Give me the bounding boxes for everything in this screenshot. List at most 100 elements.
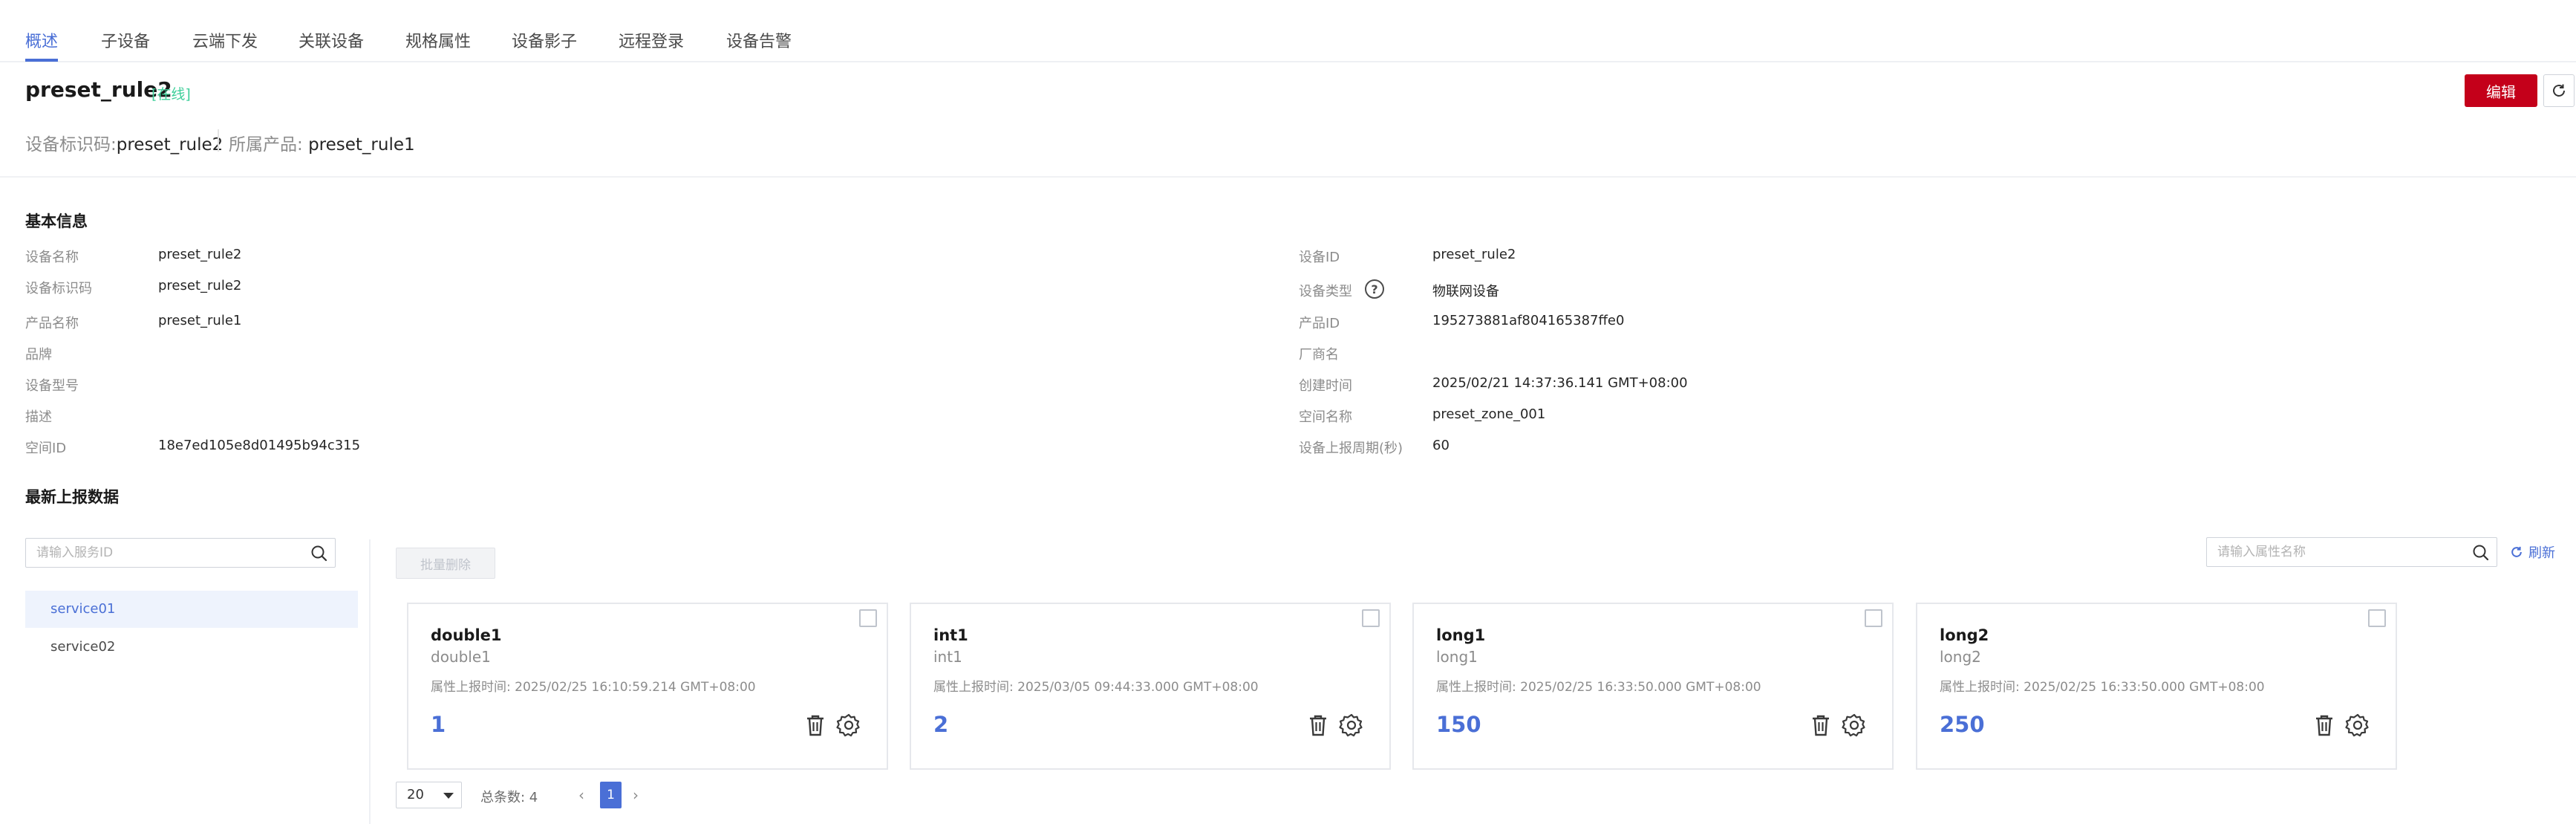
delete-icon[interactable]	[2312, 713, 2336, 738]
info-label: 创建时间	[1299, 378, 1352, 394]
info-label: 设备类型	[1299, 284, 1352, 299]
info-label: 厂商名	[1299, 347, 1339, 363]
tab-remote-login[interactable]: 远程登录	[619, 28, 684, 52]
page-title: preset_rule2	[25, 77, 172, 102]
attribute-search	[2206, 537, 2497, 567]
prev-page-button[interactable]: ‹	[578, 786, 584, 804]
report-time: 属性上报时间: 2025/02/25 16:33:50.000 GMT+08:0…	[1436, 680, 1761, 695]
next-page-button[interactable]: ›	[633, 786, 639, 804]
info-value: preset_rule1	[158, 313, 242, 328]
property-card: int1 int1 属性上报时间: 2025/03/05 09:44:33.00…	[910, 603, 1391, 770]
info-value: 2025/02/21 14:37:36.141 GMT+08:00	[1432, 375, 1688, 391]
info-label: 品牌	[25, 347, 52, 363]
info-label: 设备标识码	[25, 281, 92, 296]
caret-down-icon	[443, 793, 454, 799]
service-item[interactable]: service01	[25, 591, 358, 628]
meta-device-code: 设备标识码:preset_rule2	[25, 130, 223, 155]
info-label: 设备名称	[25, 250, 79, 265]
divider	[369, 539, 371, 824]
gear-icon[interactable]	[2345, 713, 2370, 738]
property-name: long2	[1940, 626, 1989, 644]
property-name: double1	[431, 626, 502, 644]
delete-icon[interactable]	[1306, 713, 1330, 738]
info-value: 60	[1432, 438, 1450, 453]
gear-icon[interactable]	[1842, 713, 1867, 738]
service-item[interactable]: service02	[25, 629, 358, 666]
meta-device-code-label: 设备标识码:	[25, 135, 117, 155]
info-value: preset_rule2	[1432, 247, 1516, 262]
info-label: 产品ID	[1299, 316, 1340, 331]
page-number[interactable]: 1	[600, 782, 622, 808]
refresh-label: 刷新	[2528, 545, 2555, 561]
property-name: int1	[933, 626, 968, 644]
help-icon[interactable]: ?	[1365, 279, 1384, 299]
report-time: 属性上报时间: 2025/02/25 16:33:50.000 GMT+08:0…	[1940, 680, 2265, 695]
property-card: double1 double1 属性上报时间: 2025/02/25 16:10…	[407, 603, 888, 770]
card-checkbox[interactable]	[2368, 609, 2386, 627]
info-label: 产品名称	[25, 316, 79, 331]
divider	[0, 176, 2576, 178]
divider	[218, 129, 219, 152]
tab-spec-properties[interactable]: 规格属性	[405, 28, 471, 52]
gear-icon[interactable]	[1339, 713, 1364, 738]
latest-data-title: 最新上报数据	[25, 488, 119, 506]
tab-sub-devices[interactable]: 子设备	[101, 28, 150, 52]
card-checkbox[interactable]	[859, 609, 877, 627]
property-id: int1	[933, 648, 962, 666]
tab-active-indicator	[25, 59, 58, 62]
meta-product-label: 所属产品:	[229, 135, 303, 155]
tab-overview[interactable]: 概述	[25, 28, 58, 52]
property-value: 250	[1940, 712, 1985, 737]
service-search-input[interactable]	[36, 539, 301, 567]
info-label: 描述	[25, 409, 52, 425]
tab-device-alarm[interactable]: 设备告警	[726, 28, 792, 52]
info-value: preset_zone_001	[1432, 406, 1546, 422]
property-card: long2 long2 属性上报时间: 2025/02/25 16:33:50.…	[1916, 603, 2397, 770]
property-id: long2	[1940, 648, 1981, 666]
property-id: double1	[431, 648, 491, 666]
refresh-button[interactable]	[2543, 74, 2575, 107]
info-value: 物联网设备	[1432, 284, 1499, 299]
property-value: 150	[1436, 712, 1481, 737]
info-value: preset_rule2	[158, 247, 242, 262]
info-label: 设备上报周期(秒)	[1299, 441, 1403, 456]
info-value: 18e7ed105e8d01495b94c315	[158, 438, 361, 453]
gear-icon[interactable]	[836, 713, 861, 738]
meta-product-value: preset_rule1	[308, 135, 415, 155]
page-size-value: 20	[407, 787, 424, 802]
property-value: 2	[933, 712, 949, 737]
delete-icon[interactable]	[803, 713, 827, 738]
page-size-select[interactable]: 20	[396, 782, 462, 808]
info-label: 空间ID	[25, 441, 67, 456]
service-search	[25, 538, 336, 568]
tab-cloud-delivery[interactable]: 云端下发	[192, 28, 258, 52]
report-time: 属性上报时间: 2025/02/25 16:10:59.214 GMT+08:0…	[431, 680, 756, 695]
report-time: 属性上报时间: 2025/03/05 09:44:33.000 GMT+08:0…	[933, 680, 1259, 695]
property-card: long1 long1 属性上报时间: 2025/02/25 16:33:50.…	[1412, 603, 1894, 770]
basic-info-title: 基本信息	[25, 213, 88, 230]
info-value: preset_rule2	[158, 278, 242, 293]
info-label: 设备型号	[25, 378, 79, 394]
property-id: long1	[1436, 648, 1478, 666]
search-icon[interactable]	[2471, 543, 2491, 562]
tab-bar: 概述 子设备 云端下发 关联设备 规格属性 设备影子 远程登录 设备告警	[0, 0, 2576, 62]
refresh-icon	[2553, 84, 2565, 97]
card-checkbox[interactable]	[1865, 609, 1882, 627]
meta-product: 所属产品: preset_rule1	[229, 130, 415, 155]
info-value: 195273881af804165387ffe0	[1432, 313, 1625, 328]
batch-delete-button[interactable]: 批量删除	[396, 548, 495, 579]
search-icon[interactable]	[310, 544, 329, 563]
delete-icon[interactable]	[1809, 713, 1833, 738]
total-count: 总条数: 4	[480, 790, 538, 805]
info-label: 设备ID	[1299, 250, 1340, 265]
refresh-icon	[2511, 546, 2522, 557]
tab-associated-devices[interactable]: 关联设备	[299, 28, 364, 52]
property-value: 1	[431, 712, 446, 737]
meta-device-code-value: preset_rule2	[116, 135, 224, 155]
attribute-search-input[interactable]	[2217, 538, 2462, 566]
edit-button[interactable]: 编辑	[2465, 74, 2537, 107]
refresh-link[interactable]: 刷新	[2509, 542, 2555, 562]
card-checkbox[interactable]	[1362, 609, 1380, 627]
property-name: long1	[1436, 626, 1486, 644]
tab-device-shadow[interactable]: 设备影子	[512, 28, 577, 52]
